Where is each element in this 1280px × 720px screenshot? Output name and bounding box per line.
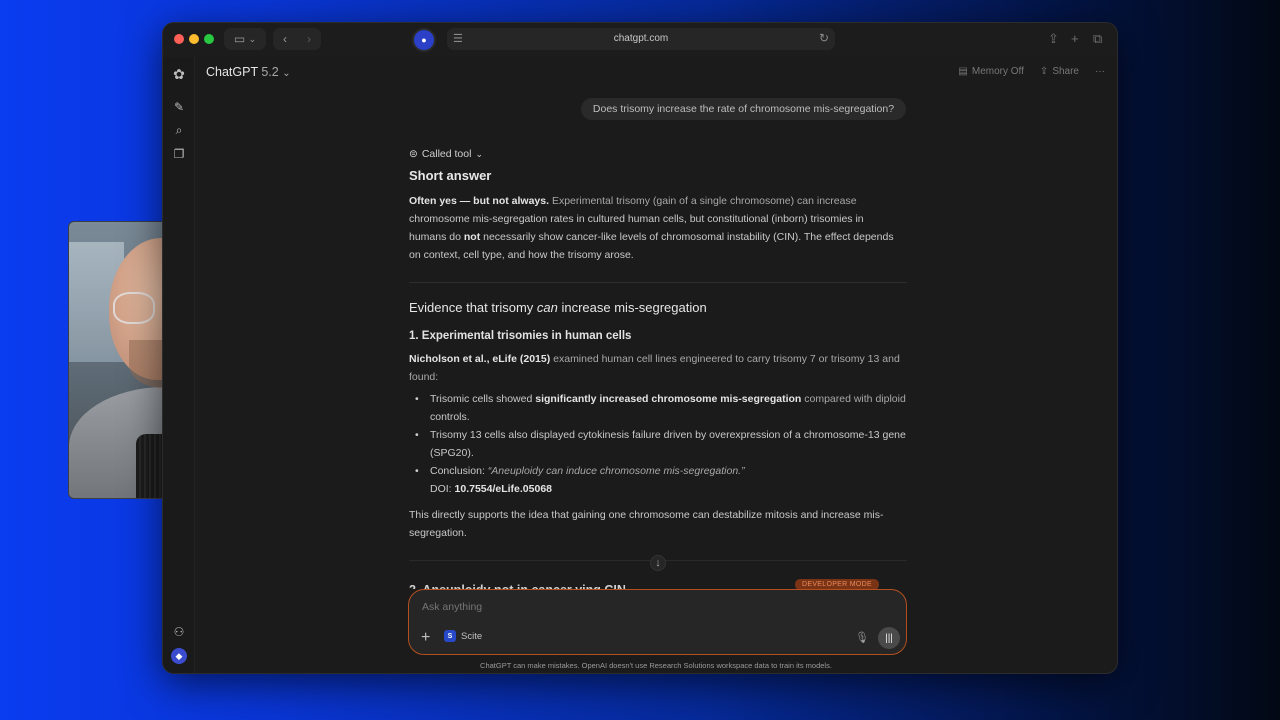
webcam-glasses-left — [113, 292, 155, 324]
study-citation: Nicholson et al., eLife (2015) — [409, 353, 551, 365]
bold-not: not — [463, 231, 481, 243]
evidence-heading: Evidence that trisomy can increase mis-s… — [409, 300, 907, 316]
text-span: controls. — [430, 411, 470, 423]
text-span: segregation. — [409, 527, 467, 539]
model-selector[interactable]: ChatGPT 5.2 ⌄ — [206, 65, 291, 79]
chevron-down-icon: ⌄ — [475, 149, 483, 159]
text-span: Experimental trisomy (gain of a single c… — [549, 195, 857, 207]
text-span: found: — [409, 371, 439, 383]
text-span: Conclusion: — [430, 465, 488, 477]
short-answer-heading: Short answer — [409, 168, 492, 183]
plus-icon[interactable]: + — [421, 630, 430, 646]
back-icon[interactable]: ‹ — [283, 32, 287, 46]
memory-icon: ▤ — [958, 66, 968, 77]
composer: + S Scite 🎙︎ ||| — [408, 589, 907, 655]
tool-icon: ⊜ — [409, 148, 418, 160]
doi-link[interactable]: 10.7554/eLife.05068 — [455, 483, 553, 495]
text-span: examined human cell lines engineered to … — [550, 353, 900, 365]
bold-text: significantly increased chromosome mis-s… — [535, 393, 802, 405]
called-tool-toggle[interactable]: ⊜ Called tool ⌄ — [409, 147, 907, 161]
tab-overview-icon[interactable]: ⧉ — [1093, 31, 1102, 47]
zoom-window-button[interactable] — [204, 34, 214, 44]
scite-label: Scite — [461, 630, 483, 642]
quote: “Aneuploidy can induce chromosome mis-se… — [487, 465, 745, 477]
text-span: humans do — [409, 231, 464, 243]
text-span: chromosome mis-segregation rates in cult… — [409, 213, 864, 225]
called-tool-label: Called tool — [421, 148, 472, 160]
doi-label: DOI: — [430, 483, 455, 495]
more-options-button[interactable]: ··· — [1095, 66, 1105, 77]
close-window-button[interactable] — [174, 34, 184, 44]
navigation-buttons: ‹ › — [273, 28, 321, 50]
share-label: Share — [1052, 66, 1079, 77]
new-tab-icon[interactable]: + — [1071, 31, 1079, 46]
new-chat-icon[interactable]: ✎ — [171, 99, 187, 115]
memory-label: Memory Off — [971, 66, 1024, 77]
forward-icon[interactable]: › — [307, 32, 311, 46]
scite-logo-icon: S — [444, 630, 456, 642]
model-version: 5.2 — [261, 65, 279, 79]
emphasis: can — [536, 300, 558, 315]
scite-tool-chip[interactable]: S Scite — [444, 630, 482, 642]
text-span: (SPG20). — [430, 447, 474, 459]
header-actions: ▤ Memory Off ⇪ Share ··· — [958, 66, 1105, 77]
text-span: increase mis-segregation — [557, 300, 707, 315]
scroll-down-button[interactable]: ↓ — [650, 555, 666, 571]
disclaimer: ChatGPT can make mistakes. OpenAI doesn'… — [480, 661, 832, 670]
text-span: compared with diploid — [801, 393, 906, 405]
sidebar-icon: ▭ — [233, 32, 246, 46]
conclusion-paragraph: This directly supports the idea that gai… — [409, 506, 907, 542]
library-icon[interactable]: ❐ — [171, 146, 187, 162]
minimize-window-button[interactable] — [189, 34, 199, 44]
text-span: Trisomic cells showed — [430, 393, 536, 405]
list-item: Trisomy 13 cells also displayed cytokine… — [409, 426, 907, 462]
text-span: Trisomy 13 cells also displayed cytokine… — [430, 429, 906, 441]
text-span: on context, cell type, and how the triso… — [409, 249, 634, 261]
group-icon[interactable]: ⚇ — [171, 624, 187, 640]
sidebar-toggle-button[interactable]: ▭ ⌄ — [224, 28, 266, 50]
text-span: necessarily show cancer-like levels of c… — [480, 231, 894, 243]
browser-window: ▭ ⌄ ‹ › ● ☰ chatgpt.com ↻ ⇪ + ⧉ ✿ ✎ ⌕ ❐ … — [162, 22, 1118, 674]
browser-toolbar: ▭ ⌄ ‹ › ● ☰ chatgpt.com ↻ ⇪ + ⧉ — [163, 23, 1117, 57]
chevron-down-icon: ⌄ — [248, 33, 257, 44]
chat-sidebar: ✿ ✎ ⌕ ❐ ⚇ ◆ — [163, 57, 195, 673]
study-intro: Nicholson et al., eLife (2015) examined … — [409, 350, 907, 386]
url-text: chatgpt.com — [613, 33, 669, 44]
chevron-down-icon: ⌄ — [282, 68, 291, 79]
share-button[interactable]: ⇪ Share — [1040, 66, 1079, 77]
findings-list: Trisomic cells showed significantly incr… — [409, 390, 907, 498]
text-span: This directly supports the idea that gai… — [409, 509, 884, 521]
share-icon: ⇪ — [1039, 66, 1049, 77]
address-bar[interactable]: ☰ chatgpt.com ↻ — [447, 28, 835, 50]
share-page-icon[interactable]: ⇪ — [1048, 31, 1059, 47]
sub-heading-experimental: 1. Experimental trisomies in human cells — [409, 330, 632, 342]
list-item: Conclusion: “Aneuploidy can induce chrom… — [409, 462, 907, 498]
list-item: Trisomic cells showed significantly incr… — [409, 390, 907, 426]
short-answer-paragraph: Often yes — but not always. Experimental… — [409, 192, 907, 264]
arrow-down-icon: ↓ — [655, 557, 661, 569]
browser-profile-icon[interactable]: ● — [414, 30, 434, 50]
divider — [409, 282, 907, 283]
voice-mode-icon[interactable]: ||| — [878, 627, 900, 649]
memory-off-button[interactable]: ▤ Memory Off — [958, 66, 1024, 77]
chatgpt-logo-icon[interactable]: ✿ — [171, 66, 187, 82]
user-message: Does trisomy increase the rate of chromo… — [581, 98, 906, 120]
app-name: ChatGPT — [206, 65, 258, 79]
prompt-input[interactable] — [422, 601, 722, 613]
search-icon[interactable]: ⌕ — [171, 122, 187, 138]
reload-icon[interactable]: ↻ — [819, 31, 829, 45]
assistant-message: ⊜ Called tool ⌄ Short answer Often yes —… — [409, 147, 907, 561]
short-answer-bold: Often yes — but not always. — [409, 195, 550, 207]
text-span: Evidence that trisomy — [409, 300, 537, 315]
mic-icon[interactable]: 🎙︎ — [855, 631, 869, 644]
